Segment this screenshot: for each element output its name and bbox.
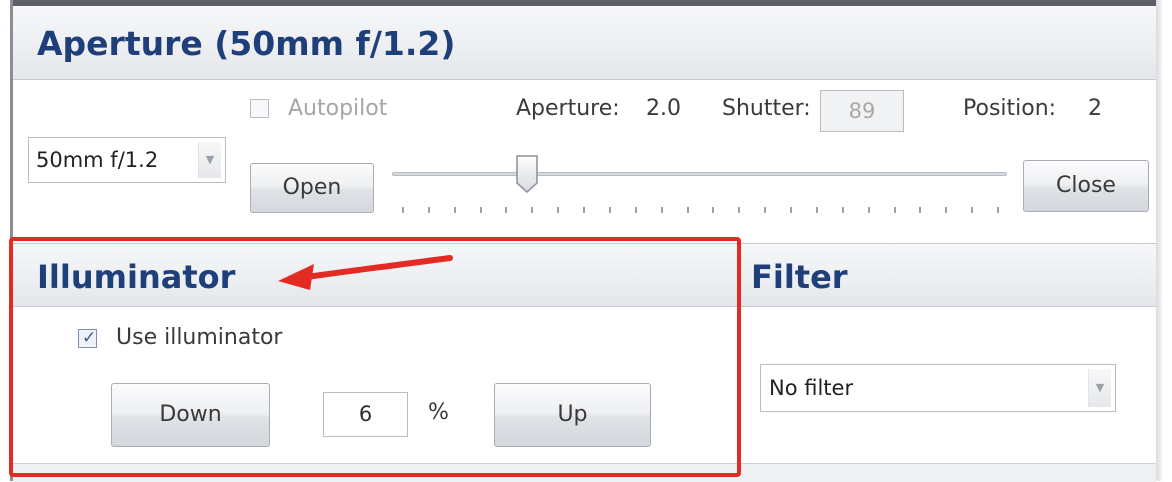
aperture-section-title: Aperture (50mm f/1.2): [13, 6, 1156, 80]
slider-tick: [841, 207, 844, 213]
slider-tick: [531, 207, 534, 213]
filter-select[interactable]: No filter ▼: [760, 364, 1116, 412]
close-button[interactable]: Close: [1023, 160, 1149, 212]
slider-tick: [660, 207, 663, 213]
slider-tick: [505, 207, 508, 213]
slider-tick: [971, 207, 974, 213]
position-value: 2: [1088, 96, 1102, 121]
shutter-label: Shutter:: [722, 96, 811, 121]
position-label: Position:: [963, 96, 1057, 121]
slider-tick: [738, 207, 741, 213]
autopilot-label: Autopilot: [288, 96, 388, 121]
slider-tick: [790, 207, 793, 213]
aperture-value: 2.0: [646, 96, 681, 121]
slider-tick: [402, 207, 404, 213]
slider-tick: [479, 207, 482, 213]
lens-select[interactable]: 50mm f/1.2 ▼: [28, 137, 226, 183]
filter-select-value: No filter: [769, 376, 854, 400]
slider-tick: [945, 207, 948, 213]
slider-tick: [557, 207, 560, 213]
shutter-field[interactable]: 89: [820, 90, 904, 132]
aperture-slider-track[interactable]: [392, 172, 1007, 176]
autopilot-checkbox[interactable]: [250, 99, 269, 118]
slider-tick: [608, 207, 611, 213]
slider-tick: [686, 207, 689, 213]
open-button[interactable]: Open: [250, 163, 374, 213]
slider-tick: [427, 207, 430, 213]
slider-tick: [867, 207, 870, 213]
slider-tick: [583, 207, 586, 213]
slider-tick: [919, 207, 922, 213]
filter-section-title: Filter: [738, 243, 1156, 307]
slider-tick: [453, 207, 456, 213]
chevron-down-icon: ▼: [198, 142, 221, 178]
arrow-icon: [278, 255, 453, 290]
lens-select-value: 50mm f/1.2: [36, 148, 159, 172]
aperture-slider-thumb[interactable]: [515, 155, 539, 193]
slider-tick: [997, 207, 999, 213]
slider-tick: [815, 207, 818, 213]
slider-tick: [764, 207, 767, 213]
window-right-border: [1156, 0, 1162, 481]
chevron-down-icon: ▼: [1088, 369, 1111, 407]
aperture-value-label: Aperture:: [516, 96, 620, 121]
slider-tick: [634, 207, 637, 213]
slider-tick: [893, 207, 896, 213]
slider-tick: [712, 207, 715, 213]
